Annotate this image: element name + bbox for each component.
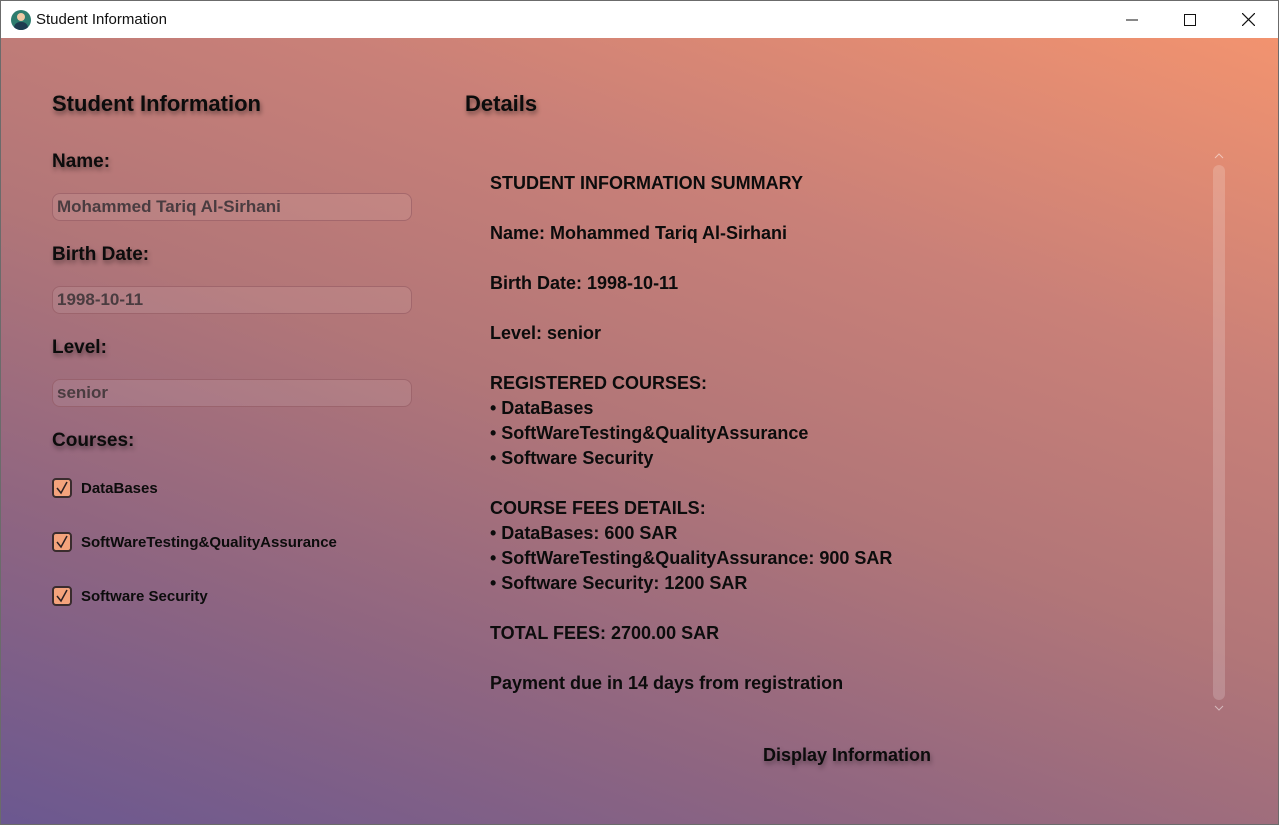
level-label: Level: [52, 337, 107, 358]
summary-line: STUDENT INFORMATION SUMMARY [490, 173, 803, 193]
app-window: Student Information Student Information … [0, 0, 1279, 825]
summary-line [490, 346, 892, 371]
close-button[interactable] [1219, 1, 1277, 38]
course-checkbox-software-security[interactable]: Software Security [52, 586, 208, 606]
birth-date-field[interactable]: 1998-10-11 [52, 286, 412, 314]
scroll-down-arrow[interactable] [1213, 703, 1225, 713]
minimize-button[interactable] [1103, 1, 1161, 38]
summary-line: TOTAL FEES: 2700.00 SAR [490, 623, 720, 643]
summary-line: Level: senior [490, 323, 602, 343]
summary-line: • SoftWareTesting&QualityAssurance: 900 … [490, 548, 893, 568]
name-label: Name: [52, 151, 111, 172]
summary-line [490, 596, 892, 621]
minimize-icon [1126, 19, 1138, 20]
checkbox-checked[interactable] [52, 586, 72, 606]
summary-line: • DataBases [490, 398, 594, 418]
main-content: Student Information Name: Mohammed Tariq… [1, 38, 1278, 824]
vertical-scrollbar[interactable] [1213, 165, 1225, 700]
maximize-button[interactable] [1161, 1, 1219, 38]
scroll-up-arrow[interactable] [1213, 151, 1225, 161]
display-information-button[interactable]: Display Information [757, 738, 937, 772]
summary-line [490, 296, 892, 321]
summary-line: • Software Security: 1200 SAR [490, 573, 748, 593]
summary-line: Payment due in 14 days from registration [490, 673, 844, 693]
checkmark-icon [56, 535, 68, 549]
birth-date-label: Birth Date: [52, 244, 150, 265]
courses-label: Courses: [52, 430, 135, 451]
course-label: Software Security [81, 587, 208, 605]
details-heading: Details [465, 91, 538, 116]
student-avatar-icon [11, 10, 31, 30]
summary-line: Name: Mohammed Tariq Al-Sirhani [490, 223, 788, 243]
level-field[interactable]: senior [52, 379, 412, 407]
course-checkbox-software-testing[interactable]: SoftWareTesting&QualityAssurance [52, 532, 337, 552]
checkbox-checked[interactable] [52, 478, 72, 498]
summary-line: • DataBases: 600 SAR [490, 523, 678, 543]
checkmark-icon [56, 589, 68, 603]
summary-line: Birth Date: 1998-10-11 [490, 273, 679, 293]
course-checkbox-databases[interactable]: DataBases [52, 478, 158, 498]
summary-line [490, 246, 892, 271]
summary-line [490, 471, 892, 496]
checkmark-icon [56, 481, 68, 495]
summary-line: COURSE FEES DETAILS: [490, 498, 706, 518]
summary-text-area[interactable]: STUDENT INFORMATION SUMMARY Name: Mohamme… [490, 171, 892, 696]
close-icon [1241, 13, 1255, 26]
title-bar[interactable]: Student Information [1, 1, 1278, 38]
summary-line: • SoftWareTesting&QualityAssurance [490, 423, 809, 443]
course-label: SoftWareTesting&QualityAssurance [81, 533, 337, 551]
maximize-icon [1184, 13, 1196, 26]
summary-line [490, 196, 892, 221]
summary-line: • Software Security [490, 448, 654, 468]
name-field[interactable]: Mohammed Tariq Al-Sirhani [52, 193, 412, 221]
chevron-up-icon [1214, 153, 1224, 159]
student-info-heading: Student Information [52, 91, 261, 116]
summary-line [490, 646, 892, 671]
checkbox-checked[interactable] [52, 532, 72, 552]
chevron-down-icon [1214, 705, 1224, 711]
window-title: Student Information [36, 11, 167, 28]
summary-line: REGISTERED COURSES: [490, 373, 708, 393]
course-label: DataBases [81, 479, 158, 497]
